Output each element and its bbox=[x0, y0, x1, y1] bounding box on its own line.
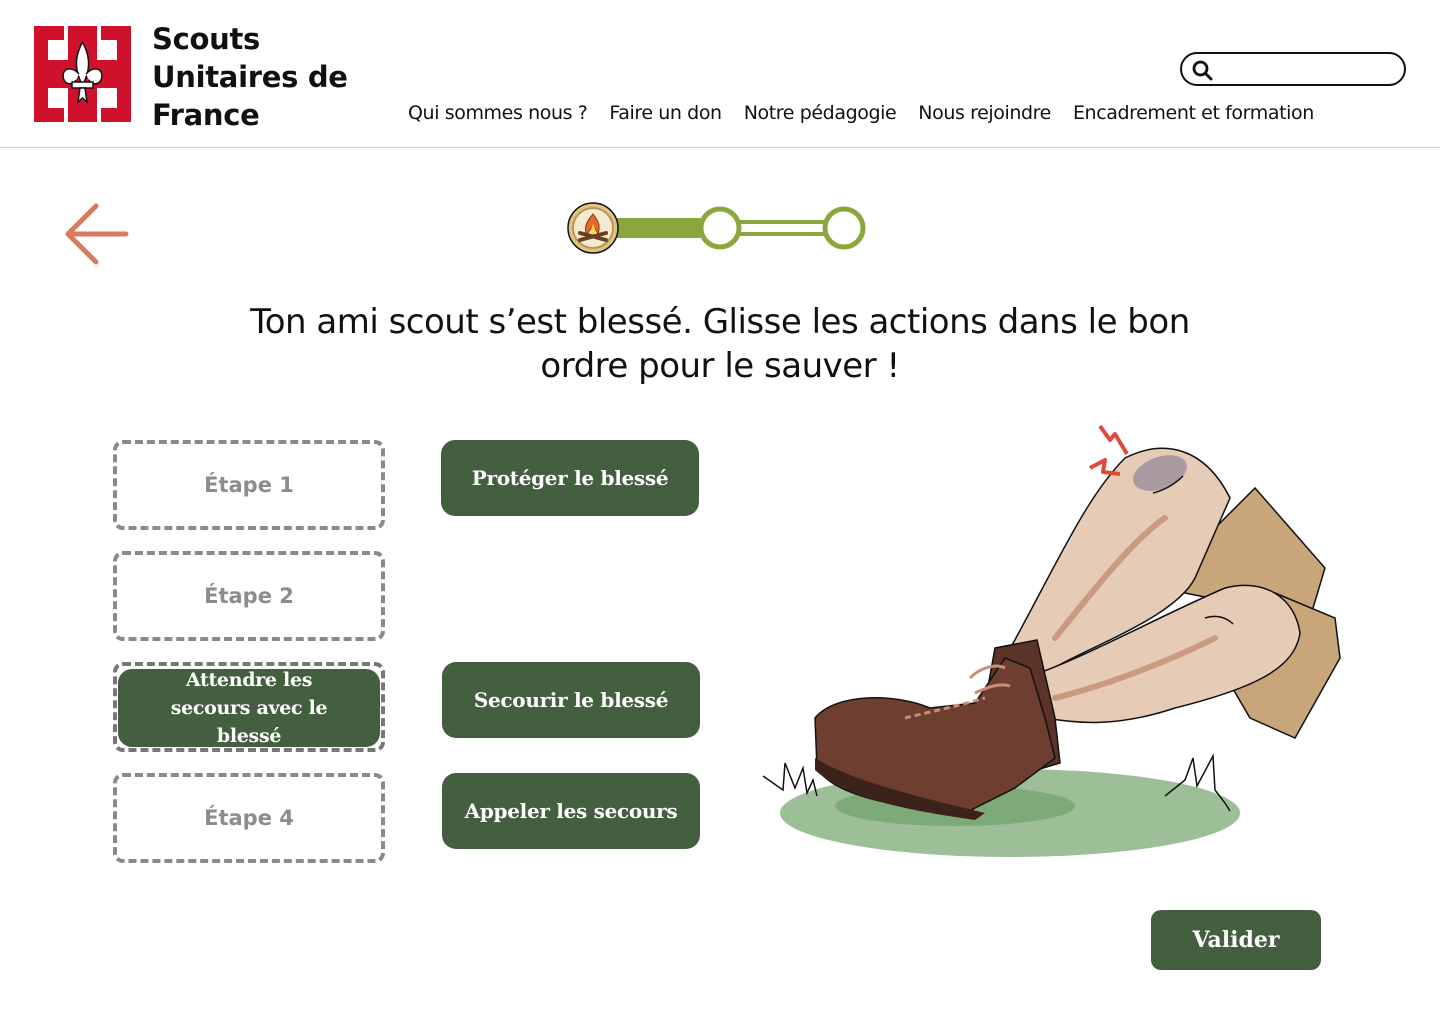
search-icon[interactable] bbox=[1191, 59, 1215, 83]
drop-slot-2[interactable]: Étape 2 bbox=[113, 551, 385, 641]
scouts-logo[interactable] bbox=[34, 26, 131, 122]
progress-empty-bar bbox=[733, 220, 827, 236]
action-card-appeler[interactable]: Appeler les secours bbox=[442, 773, 700, 849]
injured-scout-illustration bbox=[755, 418, 1355, 868]
brand-line-2: Unitaires de bbox=[152, 60, 348, 94]
drop-slot-1[interactable]: Étape 1 bbox=[113, 440, 385, 530]
action-card-secourir[interactable]: Secourir le blessé bbox=[442, 662, 700, 738]
site-header: Scouts Unitaires de France Qui sommes no… bbox=[0, 0, 1440, 148]
validate-button[interactable]: Valider bbox=[1151, 910, 1321, 970]
campfire-icon bbox=[567, 202, 619, 254]
progress-step-3 bbox=[822, 206, 866, 250]
progress-tracker bbox=[560, 196, 880, 260]
brand-line-3: France bbox=[152, 98, 260, 132]
brand-name[interactable]: Scouts Unitaires de France bbox=[152, 20, 348, 134]
nav-encadrement-formation[interactable]: Encadrement et formation bbox=[1073, 102, 1314, 124]
question-title: Ton ami scout s’est blessé. Glisse les a… bbox=[250, 302, 1190, 386]
nav-qui-sommes-nous[interactable]: Qui sommes nous ? bbox=[408, 102, 588, 124]
search-input[interactable] bbox=[1220, 58, 1396, 80]
nav-nous-rejoindre[interactable]: Nous rejoindre bbox=[918, 102, 1051, 124]
main-nav: Qui sommes nous ? Faire un don Notre péd… bbox=[408, 102, 1314, 124]
drop-slot-4[interactable]: Étape 4 bbox=[113, 773, 385, 863]
slot-label: Étape 2 bbox=[204, 584, 294, 608]
action-card-proteger[interactable]: Protéger le blessé bbox=[441, 440, 699, 516]
back-button[interactable] bbox=[60, 198, 132, 270]
placed-action-card[interactable]: Attendre les secours avec le blessé bbox=[118, 669, 380, 747]
arrow-left-icon bbox=[65, 203, 129, 265]
search-bar[interactable] bbox=[1180, 52, 1406, 86]
nav-faire-un-don[interactable]: Faire un don bbox=[609, 102, 722, 124]
slot-label: Étape 4 bbox=[204, 806, 294, 830]
slot-label: Étape 1 bbox=[204, 473, 294, 497]
nav-notre-pedagogie[interactable]: Notre pédagogie bbox=[744, 102, 897, 124]
brand-line-1: Scouts bbox=[152, 22, 260, 56]
progress-step-2 bbox=[698, 206, 742, 250]
